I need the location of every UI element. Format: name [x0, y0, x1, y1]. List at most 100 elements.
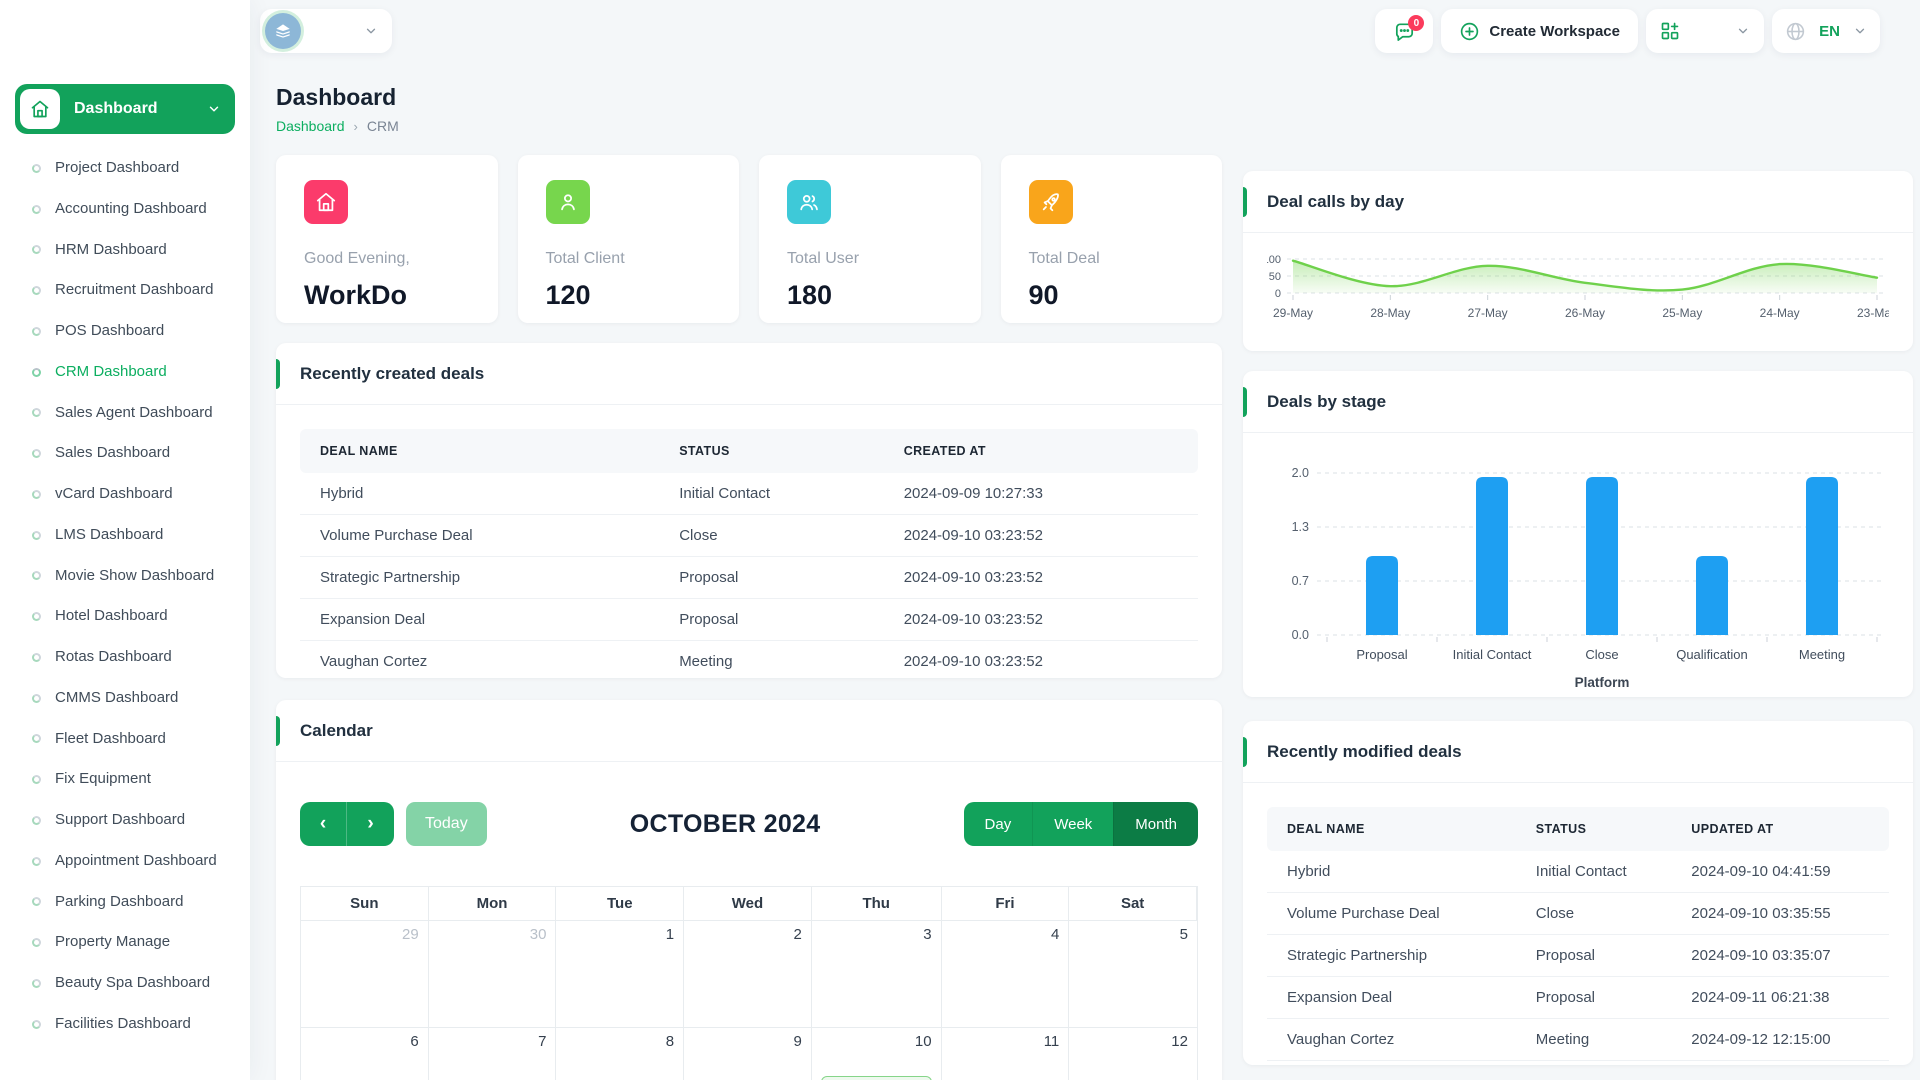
calendar-date: 5 [1078, 926, 1188, 943]
calendar-cell-5[interactable]: 5 [1069, 921, 1197, 1028]
calendar-prev-button[interactable]: ‹ [300, 802, 347, 846]
calendar-cell-3[interactable]: 3 [812, 921, 942, 1028]
bar-chart-svg: 0.00.71.32.0ProposalInitial ContactClose… [1267, 443, 1889, 695]
column-header-status: Status [659, 429, 884, 473]
language-selector[interactable]: EN [1772, 9, 1880, 53]
sidebar-item-label: Property Manage [55, 933, 230, 952]
calendar-nav: ‹ › [300, 802, 394, 846]
svg-text:Platform: Platform [1575, 675, 1630, 690]
workspace-selector[interactable] [260, 9, 392, 53]
table-cell: Proposal [1516, 977, 1672, 1019]
sidebar-item-cmms-dashboard[interactable]: CMMS Dashboard [10, 678, 240, 719]
calendar-cell-7[interactable]: 7 [429, 1028, 557, 1080]
breadcrumb-current: CRM [367, 118, 399, 134]
calendar-cell-12[interactable]: 12 [1069, 1028, 1197, 1080]
sidebar-item-sales-agent-dashboard[interactable]: Sales Agent Dashboard [10, 393, 240, 434]
language-label: EN [1815, 23, 1844, 40]
table-cell: 2024-09-10 03:35:07 [1671, 935, 1889, 977]
calendar-date: 1 [565, 926, 674, 943]
table-row: Volume Purchase DealClose2024-09-10 03:2… [300, 515, 1198, 557]
bullet-icon [32, 286, 41, 295]
sidebar-item-label: Parking Dashboard [55, 893, 230, 912]
calendar-cell-10[interactable]: 10Deal task One [812, 1028, 942, 1080]
bullet-icon [32, 857, 41, 866]
calendar-view-week[interactable]: Week [1032, 802, 1113, 846]
table-row: Vaughan CortezMeeting2024-09-12 12:15:00 [1267, 1019, 1889, 1061]
sidebar-item-appointment-dashboard[interactable]: Appointment Dashboard [10, 841, 240, 882]
sidebar-group-dashboard[interactable]: Dashboard [15, 84, 235, 134]
card-title: Deals by stage [1267, 392, 1386, 411]
deals-by-stage-chart: 0.00.71.32.0ProposalInitial ContactClose… [1243, 433, 1913, 695]
messages-badge: 0 [1408, 15, 1424, 31]
calendar-view-month[interactable]: Month [1113, 802, 1198, 846]
calendar-day-header: Fri [942, 887, 1070, 921]
calendar-cell-6[interactable]: 6 [301, 1028, 429, 1080]
table-row: Strategic PartnershipProposal2024-09-10 … [300, 557, 1198, 599]
calendar-cell-1[interactable]: 1 [556, 921, 684, 1028]
sidebar-item-crm-dashboard[interactable]: CRM Dashboard [10, 352, 240, 393]
bullet-icon [32, 1020, 41, 1029]
table-row: Vaughan CortezMeeting2024-09-10 03:23:52 [300, 641, 1198, 679]
table-cell: 2024-09-12 12:15:00 [1671, 1019, 1889, 1061]
calendar-cell-30[interactable]: 30 [429, 921, 557, 1028]
column-header-deal-name: Deal Name [300, 429, 659, 473]
sidebar-menu: Project DashboardAccounting DashboardHRM… [0, 148, 250, 1045]
create-workspace-button[interactable]: Create Workspace [1441, 9, 1638, 53]
sidebar-item-project-dashboard[interactable]: Project Dashboard [10, 148, 240, 189]
bullet-icon [32, 449, 41, 458]
calendar-cell-9[interactable]: 9 [684, 1028, 812, 1080]
modified-deals-body: HybridInitial Contact2024-09-10 04:41:59… [1267, 851, 1889, 1061]
sidebar-item-support-dashboard[interactable]: Support Dashboard [10, 800, 240, 841]
table-cell: Initial Contact [659, 473, 884, 515]
calendar-day-header: Wed [684, 887, 812, 921]
sidebar-item-label: vCard Dashboard [55, 485, 230, 504]
sidebar-item-beauty-spa-dashboard[interactable]: Beauty Spa Dashboard [10, 963, 240, 1004]
sidebar-item-parking-dashboard[interactable]: Parking Dashboard [10, 882, 240, 923]
calendar-day-header: Sun [301, 887, 429, 921]
breadcrumb-dashboard-link[interactable]: Dashboard [276, 118, 345, 134]
svg-text:25-May: 25-May [1662, 306, 1702, 320]
calendar-view-switcher: Day Week Month [964, 802, 1198, 846]
sidebar-item-facilities-dashboard[interactable]: Facilities Dashboard [10, 1004, 240, 1045]
sidebar-item-vcard-dashboard[interactable]: vCard Dashboard [10, 474, 240, 515]
chevron-down-icon [207, 102, 221, 116]
apps-menu-button[interactable] [1646, 9, 1764, 53]
sidebar-item-movie-show-dashboard[interactable]: Movie Show Dashboard [10, 556, 240, 597]
calendar-event[interactable]: Deal task One [821, 1076, 932, 1080]
calendar-next-button[interactable]: › [347, 802, 394, 846]
sidebar-item-accounting-dashboard[interactable]: Accounting Dashboard [10, 189, 240, 230]
users-icon [787, 180, 831, 224]
sidebar-item-label: Movie Show Dashboard [55, 567, 230, 586]
sidebar-item-fix-equipment[interactable]: Fix Equipment [10, 759, 240, 800]
stat-card-total-user: Total User 180 [759, 155, 981, 323]
sidebar-item-sales-dashboard[interactable]: Sales Dashboard [10, 433, 240, 474]
calendar-cell-4[interactable]: 4 [942, 921, 1070, 1028]
sidebar-item-property-manage[interactable]: Property Manage [10, 922, 240, 963]
calendar-date: 4 [951, 926, 1060, 943]
sidebar-item-recruitment-dashboard[interactable]: Recruitment Dashboard [10, 270, 240, 311]
card-title: Calendar [300, 721, 373, 740]
calendar-cell-29[interactable]: 29 [301, 921, 429, 1028]
sidebar-item-label: Facilities Dashboard [55, 1015, 230, 1034]
messages-button[interactable]: 0 [1375, 9, 1433, 53]
sidebar-item-hrm-dashboard[interactable]: HRM Dashboard [10, 230, 240, 271]
sidebar-item-label: Recruitment Dashboard [55, 281, 230, 300]
sidebar-item-hotel-dashboard[interactable]: Hotel Dashboard [10, 596, 240, 637]
workspace-logo [265, 13, 301, 49]
sidebar-item-fleet-dashboard[interactable]: Fleet Dashboard [10, 719, 240, 760]
calendar-today-button[interactable]: Today [406, 802, 487, 846]
sidebar-item-lms-dashboard[interactable]: LMS Dashboard [10, 515, 240, 556]
table-row: Expansion DealProposal2024-09-11 06:21:3… [1267, 977, 1889, 1019]
card-title: Deal calls by day [1267, 192, 1404, 211]
sidebar-item-rotas-dashboard[interactable]: Rotas Dashboard [10, 637, 240, 678]
stat-card-greeting: Good Evening, WorkDo [276, 155, 498, 323]
table-cell: Volume Purchase Deal [1267, 893, 1516, 935]
svg-text:26-May: 26-May [1565, 306, 1605, 320]
calendar-cell-8[interactable]: 8 [556, 1028, 684, 1080]
sidebar-item-pos-dashboard[interactable]: POS Dashboard [10, 311, 240, 352]
calendar-cell-2[interactable]: 2 [684, 921, 812, 1028]
calendar-cell-11[interactable]: 11 [942, 1028, 1070, 1080]
bullet-icon [32, 245, 41, 254]
calendar-view-day[interactable]: Day [964, 802, 1033, 846]
bullet-icon [32, 653, 41, 662]
